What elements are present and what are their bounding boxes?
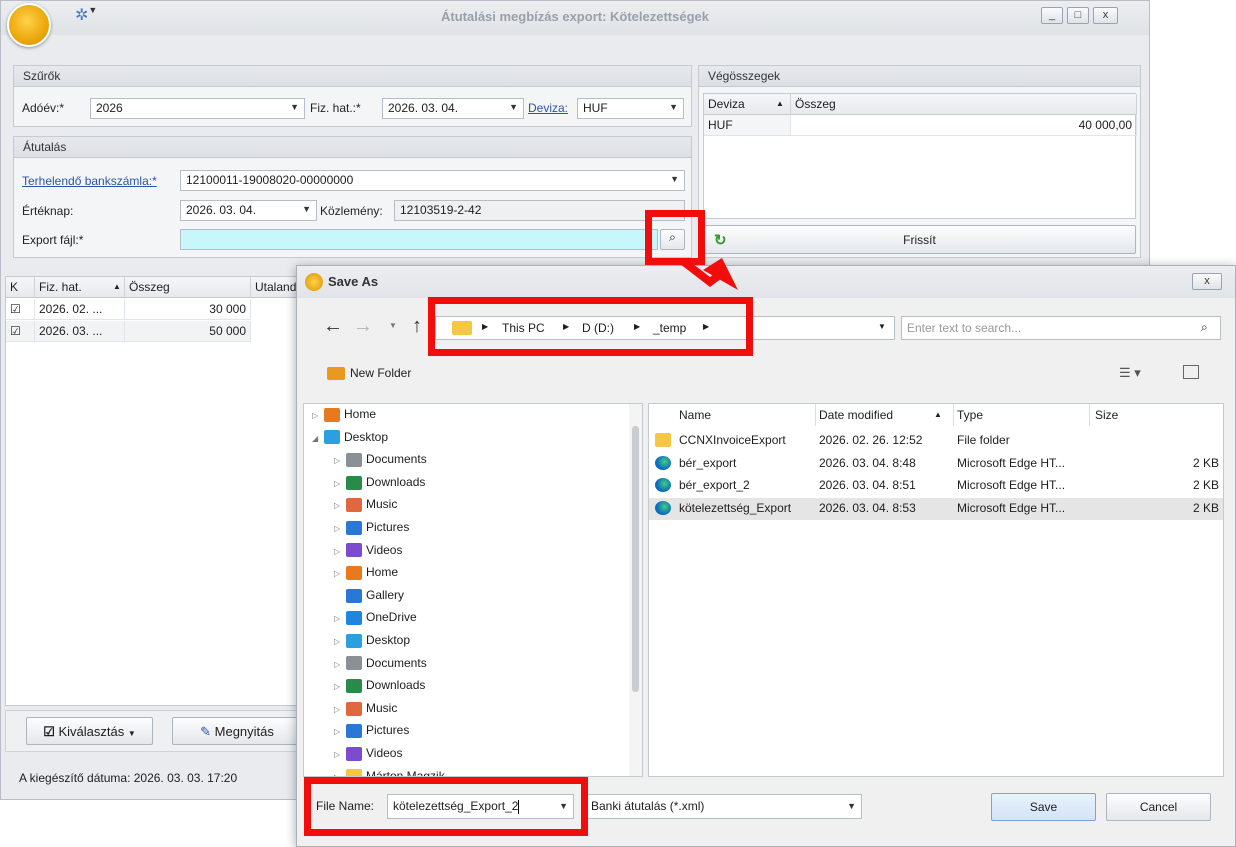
highlight-arrow xyxy=(681,258,738,290)
